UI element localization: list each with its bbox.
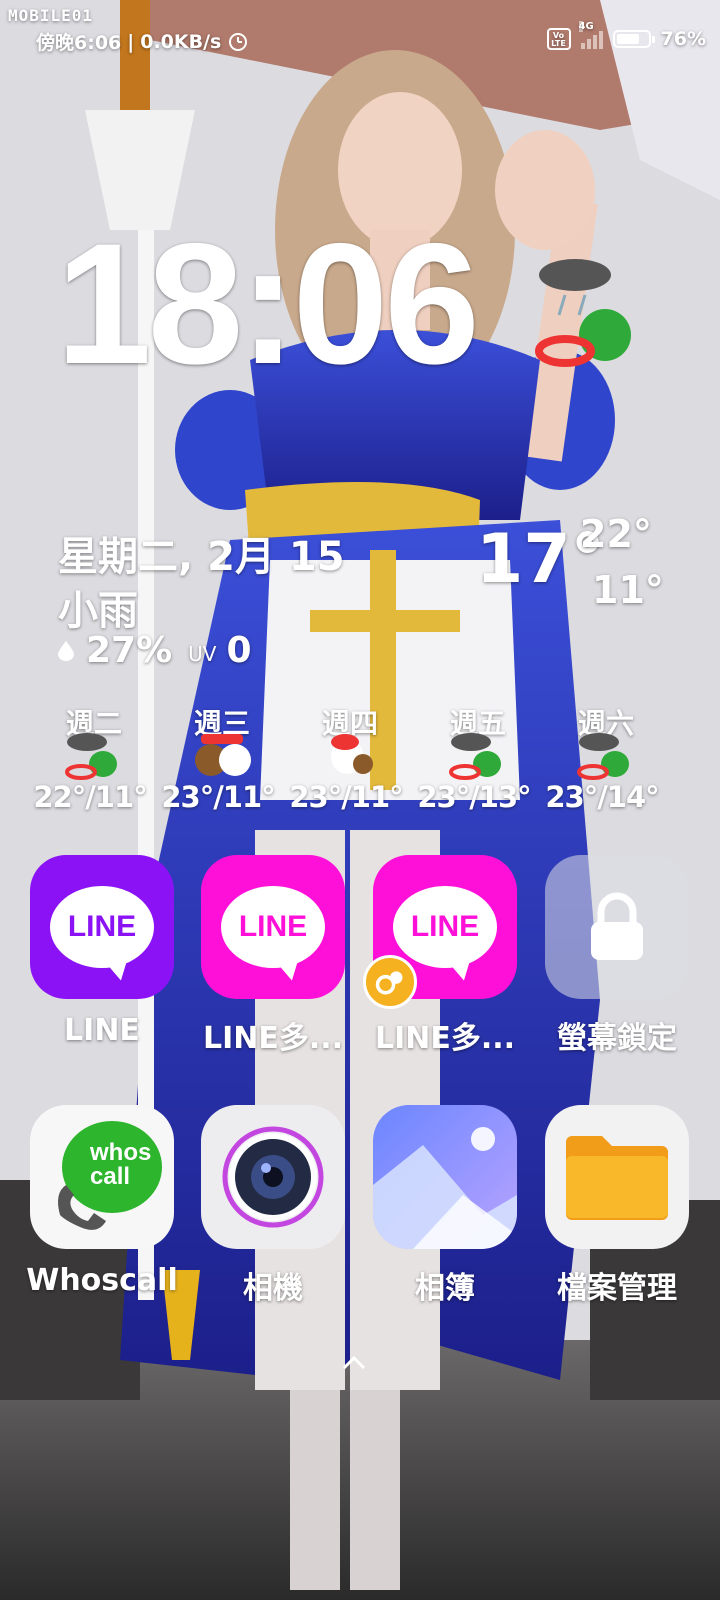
app-label: 螢幕鎖定 (557, 1021, 677, 1056)
humidity-uv: 27% UV 0 (58, 630, 252, 671)
volte-icon: Vo LTE (546, 28, 571, 50)
status-bar-left: 傍晚6:06 | 0.0KB/s (36, 28, 249, 55)
low-temperature: 11° (592, 568, 664, 612)
uv-label: UV (188, 641, 217, 666)
forecast-day: 週四 23°/11° (286, 702, 414, 814)
forecast-temp: 23°/11° (161, 780, 275, 814)
line-logo-text: LINE (50, 886, 154, 968)
humidity-value: 27% (86, 630, 173, 671)
signal-icon: 4G (578, 21, 603, 49)
rain-sticker-icon (535, 259, 631, 367)
whoscall-logo-text: whos call (90, 1139, 152, 1190)
status-bar-right: Vo LTE 4G 76% (546, 21, 706, 50)
camera-icon[interactable] (201, 1105, 345, 1249)
lock-icon[interactable] (545, 855, 689, 999)
app-label: 檔案管理 (557, 1271, 677, 1306)
weather-condition: 小雨 (58, 588, 138, 634)
forecast-temp: 23°/14° (545, 780, 659, 814)
forecast-temp: 22°/11° (33, 780, 147, 814)
weather-date: 星期二, 2月 15 (58, 534, 345, 580)
app-label: 相機 (243, 1271, 303, 1306)
line-icon[interactable]: LINE (30, 855, 174, 999)
forecast-temp: 23°/13° (417, 780, 531, 814)
gallery-icon[interactable] (373, 1105, 517, 1249)
app-label: LINE (64, 1013, 140, 1048)
app-label: LINE多... (374, 1021, 516, 1056)
clock-widget[interactable]: 18:06 (56, 218, 480, 390)
chevron-up-icon[interactable] (340, 1348, 368, 1376)
app-screen-lock[interactable]: 螢幕鎖定 (532, 855, 702, 1057)
forecast-day: 週五 23°/13° (414, 702, 542, 814)
water-drop-icon (58, 640, 74, 661)
app-camera[interactable]: 相機 (188, 1105, 358, 1307)
folder-icon[interactable] (545, 1105, 689, 1249)
battery-percent: 76% (660, 28, 706, 50)
dual-app-badge-icon (363, 955, 417, 1009)
forecast-day: 週六 23°/14° (542, 702, 670, 814)
app-label: 相簿 (415, 1271, 475, 1306)
sun-icon (331, 734, 373, 774)
forecast-day: 週二 22°/11° (30, 702, 158, 814)
high-temperature: 22° (580, 512, 652, 556)
rain-icon (65, 733, 117, 780)
watermark-logo: MOBILE01 (8, 6, 94, 25)
line-logo-text: LINE (221, 886, 325, 968)
app-line-multi-2[interactable]: LINE LINE多... (360, 855, 530, 1057)
rain-icon (577, 733, 629, 780)
app-file-manager[interactable]: 檔案管理 (532, 1105, 702, 1307)
sticker-icon (195, 734, 251, 776)
battery-icon (612, 30, 655, 48)
app-whoscall[interactable]: whos call Whoscall (17, 1105, 187, 1298)
forecast-temp: 23°/11° (289, 780, 403, 814)
rain-icon (449, 733, 501, 780)
status-time: 傍晚6:06 (36, 32, 122, 54)
net-speed: 0.0KB/s (140, 30, 222, 53)
line-icon[interactable]: LINE (201, 855, 345, 999)
uv-value: 0 (226, 630, 252, 671)
network-type: 4G (578, 21, 594, 32)
line-logo-text: LINE (393, 886, 497, 968)
app-line-multi-1[interactable]: LINE LINE多... (188, 855, 358, 1057)
whoscall-icon[interactable]: whos call (30, 1105, 174, 1249)
app-gallery[interactable]: 相簿 (360, 1105, 530, 1307)
app-line[interactable]: LINE LINE (17, 855, 187, 1048)
app-label: LINE多... (202, 1021, 344, 1056)
weather-forecast[interactable]: 週二 22°/11° 週三 23°/11° 週四 23°/11° 週五 23°/… (30, 702, 690, 814)
forecast-day: 週三 23°/11° (158, 702, 286, 814)
app-label: Whoscall (26, 1263, 178, 1298)
line-icon[interactable]: LINE (363, 855, 517, 1009)
timer-icon (229, 32, 248, 51)
